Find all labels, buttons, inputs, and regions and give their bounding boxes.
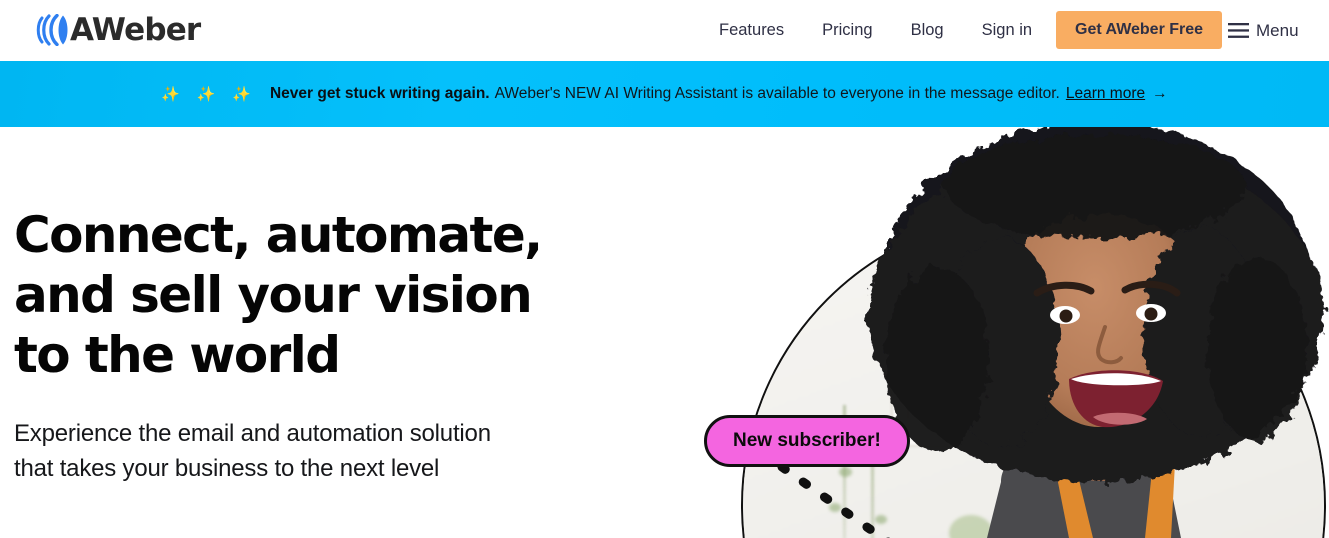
announcement-headline: Never get stuck writing again.	[269, 85, 490, 102]
sparkles-icon: ✨ ✨ ✨	[161, 85, 257, 103]
nav-blog[interactable]: Blog	[892, 0, 963, 61]
nav-features[interactable]: Features	[700, 0, 803, 61]
arrow-right-icon: →	[1152, 85, 1168, 102]
new-subscriber-badge[interactable]: New subscriber!	[704, 415, 910, 467]
hamburger-icon	[1228, 23, 1249, 38]
dashed-connector-line	[777, 463, 891, 538]
hero-subheading: Experience the email and automation solu…	[14, 416, 634, 486]
headline-line-2: and sell your vision	[14, 266, 533, 324]
site-header: AWeber Features Pricing Blog Sign in Get…	[0, 0, 1329, 61]
logo-wordmark: AWeber	[70, 12, 201, 48]
menu-button[interactable]: Menu	[1228, 0, 1299, 61]
hero-copy: Connect, automate, and sell your vision …	[14, 205, 634, 486]
learn-more-link[interactable]: Learn more	[1066, 85, 1145, 103]
headline-line-3: to the world	[14, 326, 341, 384]
nav-sign-in[interactable]: Sign in	[963, 0, 1051, 61]
hero-section: Connect, automate, and sell your vision …	[0, 127, 1329, 538]
main-navigation: Features Pricing Blog Sign in	[700, 0, 1051, 61]
announcement-banner: ✨ ✨ ✨ Never get stuck writing again. AWe…	[0, 61, 1329, 127]
announcement-content: ✨ ✨ ✨ Never get stuck writing again. AWe…	[161, 85, 1167, 103]
get-aweber-free-button[interactable]: Get AWeber Free	[1056, 11, 1223, 49]
announcement-detail: AWeber's NEW AI Writing Assistant is ava…	[494, 85, 1060, 102]
page-title: Connect, automate, and sell your vision …	[14, 205, 634, 385]
nav-pricing[interactable]: Pricing	[803, 0, 891, 61]
headline-line-1: Connect, automate,	[14, 206, 543, 264]
hero-artwork: New subscriber!	[701, 127, 1329, 538]
subhead-line-2: that takes your business to the next lev…	[14, 455, 440, 482]
aweber-waves-icon	[36, 14, 72, 46]
menu-label: Menu	[1256, 20, 1299, 40]
subhead-line-1: Experience the email and automation solu…	[14, 420, 491, 447]
aweber-logo[interactable]: AWeber	[36, 12, 201, 48]
